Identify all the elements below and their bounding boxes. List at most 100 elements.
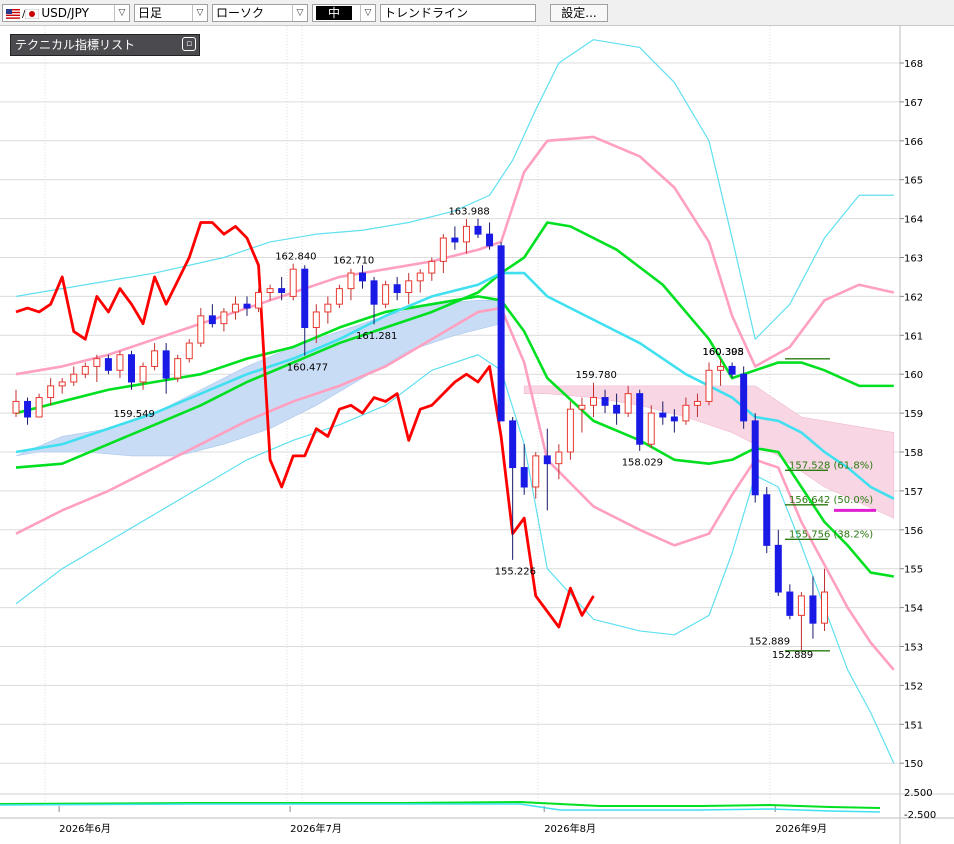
y-tick-label: 159 [904, 409, 923, 420]
candle-up [266, 288, 274, 294]
price-label: 159.780 [576, 370, 617, 381]
candle-down [359, 272, 366, 282]
chevron-down-icon[interactable]: ▽ [292, 5, 307, 21]
candle-up [821, 591, 828, 624]
y-tick-label: 152 [904, 681, 923, 692]
y-tick-label: 161 [904, 331, 923, 342]
price-label: 152.889 [772, 650, 813, 661]
candle-down [474, 225, 482, 235]
symbol-selector[interactable]: / USD/JPY ▽ [2, 4, 130, 22]
x-tick-label: 2026年8月 [544, 822, 596, 835]
candle-down [497, 245, 505, 422]
candle-down [24, 400, 32, 418]
candle-up [555, 451, 563, 465]
y-tick-label: 154 [904, 604, 923, 615]
y-tick-label: 153 [904, 643, 923, 654]
candle-up [324, 303, 332, 313]
candle-up [405, 280, 413, 294]
minimize-icon[interactable]: ▫ [182, 37, 196, 51]
price-label: 158.029 [622, 458, 663, 469]
price-label: 159.549 [114, 409, 155, 420]
candle-down [278, 288, 286, 294]
price-label: 160.477 [287, 362, 328, 373]
candle-up [797, 595, 805, 616]
candle-up [93, 358, 101, 367]
candle-up [382, 284, 390, 305]
us-flag-icon [6, 8, 20, 19]
timeframe-label: 日足 [138, 6, 163, 20]
y-tick-label: 163 [904, 254, 923, 265]
candle-down [104, 358, 112, 371]
indicator-list-panel[interactable]: テクニカル指標リスト ▫ [10, 34, 200, 56]
candle-down [786, 591, 794, 616]
y-tick-label: 156 [904, 526, 923, 537]
price-chart[interactable]: 157.528 (61.8%) 156.642 (50.0%) 155.756 (3… [0, 26, 954, 844]
candle-up [416, 272, 424, 282]
fibonacci-label: 157.528 (61.8%) [789, 460, 873, 471]
drawing-tool-field[interactable]: トレンドライン [380, 4, 536, 22]
candle-down [740, 373, 748, 422]
x-tick-label: 2026年6月 [59, 822, 111, 835]
y-tick-label: 151 [904, 720, 923, 731]
candle-up [231, 303, 239, 313]
timeframe-selector[interactable]: 日足 ▽ [134, 4, 208, 22]
candle-up [139, 365, 147, 383]
candle-up [116, 354, 124, 371]
candle-up [35, 397, 43, 418]
candle-up [566, 408, 574, 453]
candle-up [220, 311, 228, 325]
candle-down [393, 284, 401, 294]
candle-down [613, 404, 621, 414]
chevron-down-icon[interactable]: ▽ [192, 5, 207, 21]
candle-down [543, 455, 551, 465]
y-tick-label: 155 [904, 565, 923, 576]
candle-up [312, 311, 320, 329]
candle-up [12, 400, 20, 414]
candle-up [151, 350, 159, 367]
settings-button[interactable]: 設定... [550, 4, 608, 22]
y-tick-label: 165 [904, 176, 923, 187]
indicator-list-title: テクニカル指標リスト [15, 38, 136, 52]
x-tick-label: 2026年9月 [775, 822, 827, 835]
y-tick-label: 166 [904, 137, 923, 148]
chevron-down-icon[interactable]: ▽ [114, 5, 129, 21]
candle-down [486, 233, 494, 247]
candle-up [578, 404, 586, 410]
price-label: 152.889 [749, 637, 790, 648]
candle-down [162, 350, 170, 379]
candle-down [208, 315, 216, 325]
candle-up [197, 315, 205, 344]
line-weight-selector[interactable]: 中 ▽ [312, 4, 376, 22]
candle-down [636, 393, 644, 445]
oscillator-tick-label: 2.500 [904, 788, 933, 799]
japan-flag-icon [25, 8, 40, 19]
oscillator-tick-label: -2.500 [904, 810, 936, 821]
candle-down [370, 280, 378, 305]
line-weight-label: 中 [316, 6, 353, 20]
price-label: 155.226 [495, 567, 536, 578]
candle-down [301, 268, 309, 329]
candle-up [647, 412, 655, 445]
candle-up [624, 393, 632, 414]
candle-up [705, 369, 713, 402]
candle-up [335, 288, 343, 305]
candle-down [763, 494, 771, 546]
candle-up [70, 373, 78, 383]
candle-down [774, 544, 782, 593]
candle-up [428, 260, 436, 274]
chevron-down-icon[interactable]: ▽ [360, 5, 375, 21]
price-label: 162.710 [333, 255, 374, 266]
symbol-label: USD/JPY [41, 6, 89, 20]
chart-style-label: ローソク [216, 6, 265, 20]
candle-down [509, 420, 517, 469]
price-label: 162.840 [275, 251, 316, 262]
fibonacci-label: 155.756 (38.2%) [789, 529, 873, 540]
fibonacci-label: 156.642 (50.0%) [789, 495, 873, 506]
candle-up [693, 400, 701, 406]
candle-up [532, 455, 540, 488]
candle-up [682, 404, 690, 422]
candle-down [243, 303, 251, 309]
chart-style-selector[interactable]: ローソク ▽ [212, 4, 308, 22]
candle-up [439, 237, 447, 262]
candle-up [185, 342, 193, 360]
